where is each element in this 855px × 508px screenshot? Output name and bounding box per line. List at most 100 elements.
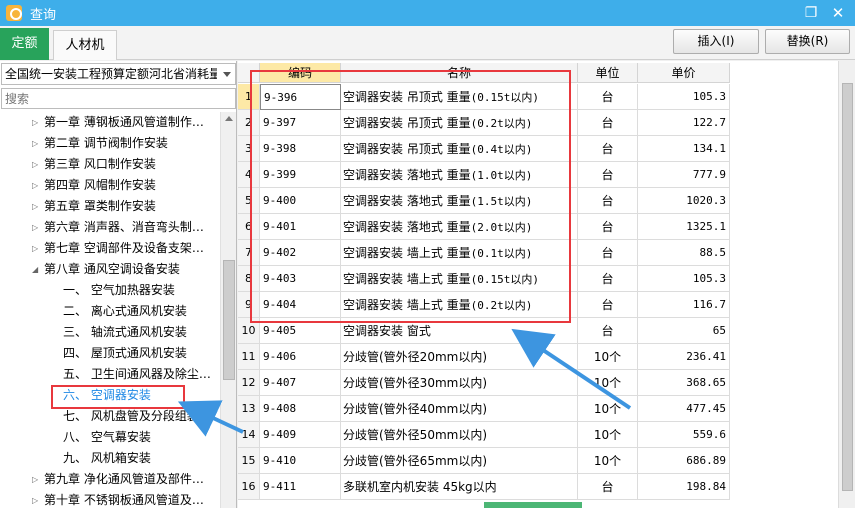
collapsed-triangle-icon[interactable]: ▷ (32, 133, 38, 154)
name-cell[interactable]: 空调器安装 吊顶式 重量(0.15t以内) (341, 84, 578, 110)
code-cell[interactable]: 9-409 (260, 422, 341, 448)
code-cell[interactable]: 9-411 (260, 474, 341, 500)
name-cell[interactable]: 空调器安装 落地式 重量(2.0t以内) (341, 214, 578, 240)
price-cell[interactable]: 477.45 (638, 396, 730, 422)
unit-cell[interactable]: 10个 (578, 370, 638, 396)
row-number-cell[interactable]: 12 (238, 370, 260, 396)
tab-quota[interactable]: 定额 (0, 28, 49, 60)
tree-item[interactable]: ▷ 第五章 罩类制作安装 (0, 196, 220, 217)
unit-cell[interactable]: 台 (578, 188, 638, 214)
table-row[interactable]: 3 9-398 空调器安装 吊顶式 重量(0.4t以内) 台 134.1 (238, 136, 838, 162)
collapsed-triangle-icon[interactable]: ▷ (32, 490, 38, 508)
tree-item[interactable]: 一、 空气加热器安装 (0, 280, 220, 301)
tree-item[interactable]: ▷ 第七章 空调部件及设备支架… (0, 238, 220, 259)
code-cell[interactable]: 9-397 (260, 110, 341, 136)
tree-item[interactable]: 六、 空调器安装 (0, 385, 220, 406)
code-cell[interactable]: 9-405 (260, 318, 341, 344)
code-cell[interactable]: 9-396 (260, 84, 341, 110)
tree-item[interactable]: 八、 空气幕安装 (0, 427, 220, 448)
name-cell[interactable]: 分歧管(管外径50mm以内) (341, 422, 578, 448)
code-cell[interactable]: 9-408 (260, 396, 341, 422)
price-cell[interactable]: 116.7 (638, 292, 730, 318)
code-cell[interactable]: 9-403 (260, 266, 341, 292)
row-number-cell[interactable]: 7 (238, 240, 260, 266)
collapsed-triangle-icon[interactable]: ▷ (32, 469, 38, 490)
table-row[interactable]: 16 9-411 多联机室内机安装 45kg以内 台 198.84 (238, 474, 838, 500)
code-cell[interactable]: 9-404 (260, 292, 341, 318)
collapsed-triangle-icon[interactable]: ▷ (32, 154, 38, 175)
unit-cell[interactable]: 台 (578, 266, 638, 292)
code-cell[interactable]: 9-400 (260, 188, 341, 214)
price-cell[interactable]: 686.89 (638, 448, 730, 474)
row-number-cell[interactable]: 6 (238, 214, 260, 240)
tree-item[interactable]: 三、 轴流式通风机安装 (0, 322, 220, 343)
unit-cell[interactable]: 台 (578, 214, 638, 240)
row-number-cell[interactable]: 13 (238, 396, 260, 422)
tree-item[interactable]: 四、 屋顶式通风机安装 (0, 343, 220, 364)
code-cell[interactable]: 9-407 (260, 370, 341, 396)
price-cell[interactable]: 1020.3 (638, 188, 730, 214)
library-select[interactable]: 全国统一安装工程预算定额河北省消耗量 (1, 63, 236, 85)
tree-scrollbar-thumb[interactable] (223, 260, 235, 380)
row-number-cell[interactable]: 8 (238, 266, 260, 292)
row-number-cell[interactable]: 4 (238, 162, 260, 188)
row-number-cell[interactable]: 15 (238, 448, 260, 474)
name-cell[interactable]: 分歧管(管外径65mm以内) (341, 448, 578, 474)
tree-item[interactable]: 二、 离心式通风机安装 (0, 301, 220, 322)
price-cell[interactable]: 65 (638, 318, 730, 344)
name-cell[interactable]: 空调器安装 墙上式 重量(0.2t以内) (341, 292, 578, 318)
code-cell[interactable]: 9-406 (260, 344, 341, 370)
tree-item[interactable]: ▷ 第三章 风口制作安装 (0, 154, 220, 175)
name-cell[interactable]: 空调器安装 窗式 (341, 318, 578, 344)
collapsed-triangle-icon[interactable]: ▷ (32, 196, 38, 217)
name-cell[interactable]: 分歧管(管外径30mm以内) (341, 370, 578, 396)
code-cell[interactable]: 9-399 (260, 162, 341, 188)
price-cell[interactable]: 105.3 (638, 84, 730, 110)
price-cell[interactable]: 122.7 (638, 110, 730, 136)
unit-cell[interactable]: 10个 (578, 396, 638, 422)
unit-cell[interactable]: 10个 (578, 422, 638, 448)
table-row[interactable]: 11 9-406 分歧管(管外径20mm以内) 10个 236.41 (238, 344, 838, 370)
collapsed-triangle-icon[interactable]: ▷ (32, 175, 38, 196)
chevron-down-icon[interactable] (223, 72, 231, 77)
tree-scrollbar[interactable] (220, 112, 236, 508)
price-cell[interactable]: 559.6 (638, 422, 730, 448)
price-cell[interactable]: 1325.1 (638, 214, 730, 240)
table-row[interactable]: 4 9-399 空调器安装 落地式 重量(1.0t以内) 台 777.9 (238, 162, 838, 188)
price-cell[interactable]: 198.84 (638, 474, 730, 500)
code-column-header[interactable]: 编码 (260, 63, 341, 83)
table-row[interactable]: 15 9-410 分歧管(管外径65mm以内) 10个 686.89 (238, 448, 838, 474)
table-row[interactable]: 12 9-407 分歧管(管外径30mm以内) 10个 368.65 (238, 370, 838, 396)
collapsed-triangle-icon[interactable]: ▷ (32, 112, 38, 133)
code-cell[interactable]: 9-402 (260, 240, 341, 266)
table-scrollbar[interactable] (838, 61, 855, 508)
table-row[interactable]: 14 9-409 分歧管(管外径50mm以内) 10个 559.6 (238, 422, 838, 448)
replace-button[interactable]: 替换(R) (765, 29, 850, 54)
unit-cell[interactable]: 台 (578, 84, 638, 110)
expanded-triangle-icon[interactable]: ◢ (32, 259, 38, 280)
name-cell[interactable]: 多联机室内机安装 45kg以内 (341, 474, 578, 500)
table-row[interactable]: 5 9-400 空调器安装 落地式 重量(1.5t以内) 台 1020.3 (238, 188, 838, 214)
collapsed-triangle-icon[interactable]: ▷ (32, 217, 38, 238)
restore-button[interactable]: ❐ (801, 3, 821, 23)
table-row[interactable]: 10 9-405 空调器安装 窗式 台 65 (238, 318, 838, 344)
unit-cell[interactable]: 台 (578, 318, 638, 344)
code-cell[interactable]: 9-398 (260, 136, 341, 162)
tree-item[interactable]: ▷ 第九章 净化通风管道及部件… (0, 469, 220, 490)
tree-item[interactable]: ▷ 第六章 消声器、消音弯头制… (0, 217, 220, 238)
row-number-cell[interactable]: 11 (238, 344, 260, 370)
price-column-header[interactable]: 单价 (638, 63, 730, 83)
tree-item[interactable]: ▷ 第四章 风帽制作安装 (0, 175, 220, 196)
name-cell[interactable]: 分歧管(管外径40mm以内) (341, 396, 578, 422)
tree-item[interactable]: ▷ 第十章 不锈钢板通风管道及… (0, 490, 220, 508)
table-row[interactable]: 13 9-408 分歧管(管外径40mm以内) 10个 477.45 (238, 396, 838, 422)
name-cell[interactable]: 空调器安装 落地式 重量(1.0t以内) (341, 162, 578, 188)
price-cell[interactable]: 236.41 (638, 344, 730, 370)
unit-cell[interactable]: 10个 (578, 344, 638, 370)
collapsed-triangle-icon[interactable]: ▷ (32, 238, 38, 259)
close-button[interactable]: ✕ (828, 3, 848, 23)
row-number-cell[interactable]: 9 (238, 292, 260, 318)
tab-labor-material-machine[interactable]: 人材机 (53, 30, 117, 60)
code-cell[interactable]: 9-410 (260, 448, 341, 474)
code-cell[interactable]: 9-401 (260, 214, 341, 240)
